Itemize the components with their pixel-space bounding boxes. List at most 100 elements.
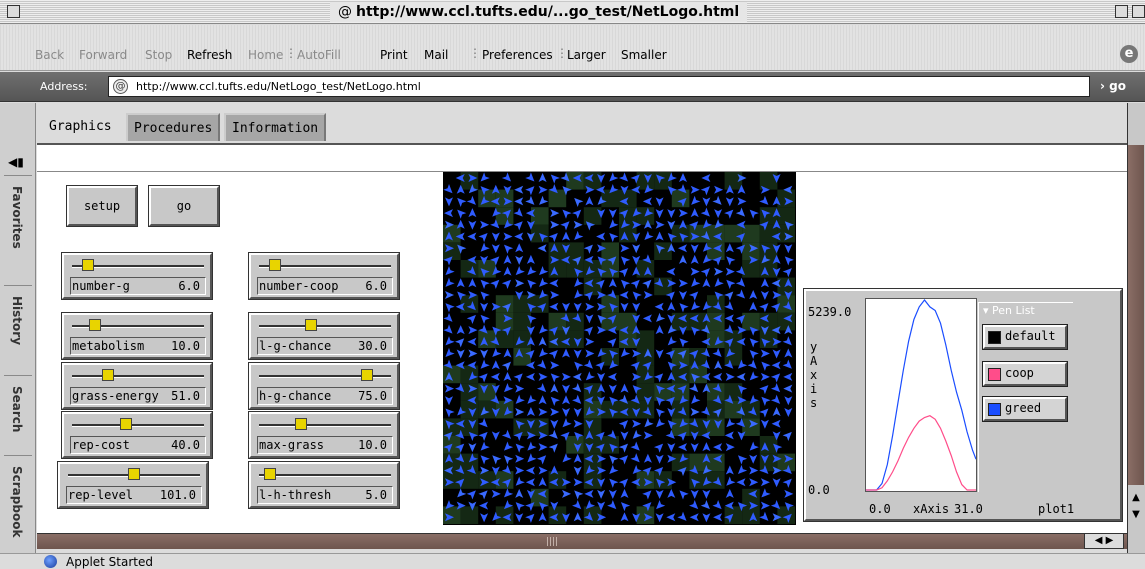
tab-graphics[interactable]: Graphics bbox=[43, 113, 118, 141]
explorer-tab-history[interactable]: History bbox=[4, 285, 32, 375]
slider-handle[interactable] bbox=[295, 418, 307, 430]
toolbar-item-mail[interactable]: Mail bbox=[424, 48, 448, 62]
agent-turtle bbox=[445, 336, 455, 346]
toolbar-item-back[interactable]: Back bbox=[35, 48, 64, 62]
agent-turtle bbox=[772, 478, 781, 488]
agent-turtle bbox=[655, 231, 664, 241]
slider-handle[interactable] bbox=[268, 259, 281, 271]
agent-turtle bbox=[584, 489, 594, 498]
agent-turtle bbox=[714, 185, 724, 194]
close-box-icon[interactable] bbox=[7, 5, 20, 18]
slider-handle[interactable] bbox=[128, 468, 140, 480]
explorer-tab-favorites[interactable]: Favorites bbox=[4, 175, 32, 285]
agent-turtle bbox=[618, 478, 629, 488]
slider-track[interactable] bbox=[259, 474, 391, 477]
grass-patch bbox=[460, 506, 479, 524]
agent-turtle bbox=[572, 209, 582, 219]
toolbar-item-stop[interactable]: Stop bbox=[145, 48, 172, 62]
world-view[interactable] bbox=[443, 172, 796, 525]
slider-handle[interactable] bbox=[102, 369, 114, 381]
slider-metabolism[interactable]: metabolism 10.0 bbox=[61, 312, 213, 360]
slider-handle[interactable] bbox=[263, 468, 276, 480]
agent-turtle bbox=[480, 455, 490, 465]
agent-turtle bbox=[690, 244, 699, 254]
tab-procedures[interactable]: Procedures bbox=[126, 113, 221, 141]
agent-turtle bbox=[467, 337, 477, 346]
slider-name: l-h-thresh bbox=[259, 488, 332, 502]
agent-turtle bbox=[515, 408, 525, 416]
go-model-button[interactable]: go bbox=[148, 185, 220, 227]
agent-turtle bbox=[759, 195, 769, 205]
agent-turtle bbox=[632, 291, 642, 301]
slider-track[interactable] bbox=[259, 325, 391, 328]
scroll-up-icon[interactable]: ▲ bbox=[1128, 492, 1144, 508]
tab-information[interactable]: Information bbox=[224, 113, 327, 141]
toolbar-item-home[interactable]: Home bbox=[248, 48, 283, 62]
explorer-tab-scrapbook[interactable]: Scrapbook bbox=[4, 455, 32, 553]
agent-turtle bbox=[445, 408, 455, 418]
agent-turtle bbox=[456, 349, 465, 359]
pen-coop[interactable]: coop bbox=[982, 361, 1068, 387]
address-url[interactable]: http://www.ccl.tufts.edu/NetLogo_test/Ne… bbox=[136, 80, 421, 93]
scroll-arrows-icon[interactable]: ◀ ▶ bbox=[1084, 533, 1124, 549]
agent-turtle bbox=[445, 291, 454, 299]
grass-patch bbox=[478, 260, 496, 278]
slider-handle[interactable] bbox=[88, 319, 101, 331]
slider-handle[interactable] bbox=[120, 418, 132, 430]
slider-handle[interactable] bbox=[304, 319, 317, 331]
slider-h-g-chance[interactable]: h-g-chance 75.0 bbox=[248, 362, 400, 410]
toolbar-item-larger[interactable]: Larger bbox=[567, 48, 606, 62]
agent-turtle bbox=[656, 418, 666, 428]
slider-handle[interactable] bbox=[361, 369, 373, 381]
agent-turtle bbox=[597, 489, 606, 499]
slider-rep-cost[interactable]: rep-cost 40.0 bbox=[61, 411, 213, 459]
scroll-down-icon[interactable]: ▼ bbox=[1128, 509, 1144, 525]
slider-track[interactable] bbox=[259, 424, 391, 427]
slider-number-g[interactable]: number-g 6.0 bbox=[61, 252, 213, 300]
slider-track[interactable] bbox=[72, 375, 204, 378]
slider-handle[interactable] bbox=[81, 259, 94, 271]
slider-track[interactable] bbox=[72, 424, 204, 427]
slider-l-g-chance[interactable]: l-g-chance 30.0 bbox=[248, 312, 400, 360]
horizontal-scrollbar[interactable] bbox=[37, 533, 1127, 549]
grass-patch bbox=[460, 453, 479, 472]
explorer-tab-search[interactable]: Search bbox=[4, 375, 32, 455]
agent-turtle bbox=[585, 196, 594, 206]
zoom-box-icon[interactable] bbox=[1115, 5, 1128, 18]
agent-turtle bbox=[724, 431, 734, 440]
collapse-box-icon[interactable] bbox=[1132, 5, 1145, 18]
pen-list-title[interactable]: ▾ Pen List bbox=[983, 304, 1035, 317]
go-button[interactable]: › go bbox=[1100, 79, 1126, 93]
slider-grass-energy[interactable]: grass-energy 51.0 bbox=[61, 362, 213, 410]
toolbar-item-print[interactable]: Print bbox=[380, 48, 408, 62]
toolbar-separator-icon: ⋮ bbox=[469, 46, 481, 60]
setup-button[interactable]: setup bbox=[66, 185, 138, 227]
toolbar-item-forward[interactable]: Forward bbox=[79, 48, 127, 62]
agent-turtle bbox=[679, 338, 689, 348]
agent-turtle bbox=[445, 384, 454, 393]
toolbar-item-refresh[interactable]: Refresh bbox=[187, 48, 232, 62]
slider-l-h-thresh[interactable]: l-h-thresh 5.0 bbox=[248, 461, 400, 509]
slider-number-coop[interactable]: number-coop 6.0 bbox=[248, 252, 400, 300]
scroll-grip-icon[interactable]: |||| bbox=[546, 537, 558, 547]
toolbar-item-preferences[interactable]: Preferences bbox=[482, 48, 553, 62]
agent-turtle bbox=[527, 279, 537, 289]
pen-greed[interactable]: greed bbox=[982, 396, 1068, 422]
plot-xmax: 31.0 bbox=[954, 502, 983, 516]
agent-turtle bbox=[443, 312, 453, 322]
grass-patch bbox=[636, 365, 655, 384]
slider-rep-level[interactable]: rep-level 101.0 bbox=[57, 461, 209, 509]
toolbar-item-autofill[interactable]: AutoFill bbox=[297, 48, 341, 62]
explorer-toggle-icon[interactable]: ◀▮ bbox=[8, 155, 24, 169]
agent-turtle bbox=[538, 372, 548, 381]
plot-ymin: 0.0 bbox=[808, 483, 830, 497]
grass-patch bbox=[724, 224, 743, 243]
vertical-scroll-thumb[interactable] bbox=[1128, 145, 1144, 485]
pen-default[interactable]: default bbox=[982, 324, 1068, 350]
agent-turtle bbox=[562, 372, 571, 381]
agent-turtle bbox=[655, 513, 664, 523]
slider-max-grass[interactable]: max-grass 10.0 bbox=[248, 411, 400, 459]
agent-turtle bbox=[548, 429, 558, 439]
agent-turtle bbox=[585, 371, 596, 381]
toolbar-item-smaller[interactable]: Smaller bbox=[621, 48, 667, 62]
